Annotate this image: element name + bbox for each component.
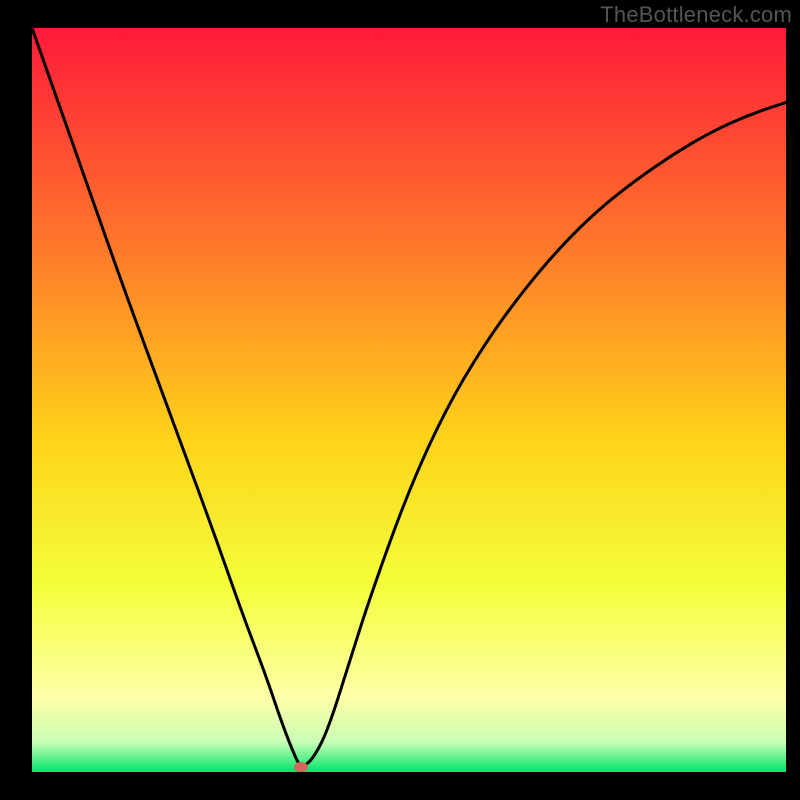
chart-curve-layer (32, 28, 786, 772)
bottleneck-curve (32, 28, 786, 766)
chart-plot-area (32, 28, 786, 772)
watermark-text: TheBottleneck.com (600, 2, 792, 28)
minimum-marker (294, 762, 308, 772)
